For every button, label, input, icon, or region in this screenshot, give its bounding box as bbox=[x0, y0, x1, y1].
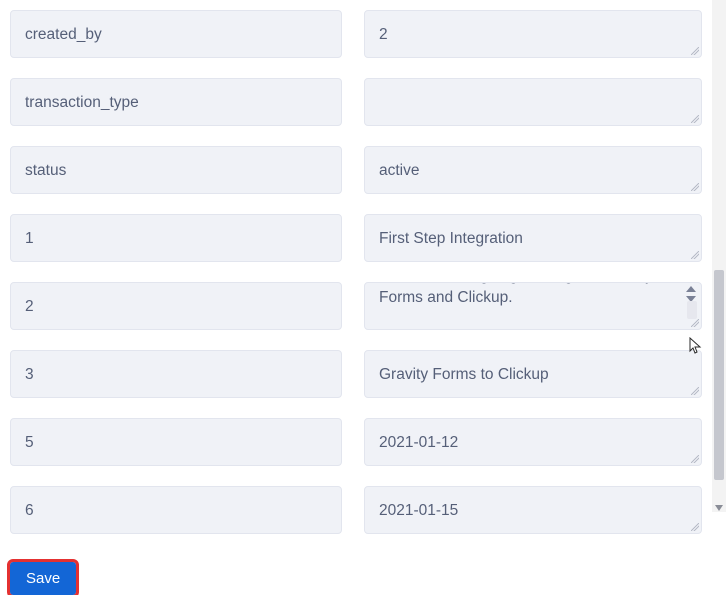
value-field-5[interactable]: 2021-01-12 bbox=[364, 418, 702, 466]
value-field-6[interactable]: 2021-01-15 bbox=[364, 486, 702, 534]
form-row: 1 First Step Integration bbox=[10, 214, 702, 262]
form-row: 6 2021-01-15 bbox=[10, 486, 702, 534]
arrow-up-icon[interactable] bbox=[685, 285, 697, 293]
key-field-5[interactable]: 5 bbox=[10, 418, 342, 466]
page-scrollbar-thumb[interactable] bbox=[714, 270, 724, 480]
key-field-1[interactable]: 1 bbox=[10, 214, 342, 262]
form-row: 5 2021-01-12 bbox=[10, 418, 702, 466]
key-field-created-by[interactable]: created_by bbox=[10, 10, 342, 58]
form-row: 2 Where we are going to integrate Gravit… bbox=[10, 282, 702, 330]
form-row: transaction_type bbox=[10, 78, 702, 126]
value-field-status[interactable]: active bbox=[364, 146, 702, 194]
mapping-form: created_by 2 transaction_type status act… bbox=[0, 0, 712, 534]
value-field-3[interactable]: Gravity Forms to Clickup bbox=[364, 350, 702, 398]
form-scroll-area: created_by 2 transaction_type status act… bbox=[0, 0, 712, 512]
value-field-transaction-type[interactable] bbox=[364, 78, 702, 126]
value-field-1[interactable]: First Step Integration bbox=[364, 214, 702, 262]
key-field-3[interactable]: 3 bbox=[10, 350, 342, 398]
save-button[interactable]: Save bbox=[10, 562, 76, 595]
form-row: 3 Gravity Forms to Clickup bbox=[10, 350, 702, 398]
key-field-2[interactable]: 2 bbox=[10, 282, 342, 330]
textarea-scrollbar[interactable] bbox=[687, 301, 697, 319]
key-field-6[interactable]: 6 bbox=[10, 486, 342, 534]
value-field-created-by[interactable]: 2 bbox=[364, 10, 702, 58]
value-field-2-text: Where we are going to integrate Gravity … bbox=[379, 282, 653, 306]
form-row: status active bbox=[10, 146, 702, 194]
key-field-transaction-type[interactable]: transaction_type bbox=[10, 78, 342, 126]
key-field-status[interactable]: status bbox=[10, 146, 342, 194]
form-row: created_by 2 bbox=[10, 10, 702, 58]
page-scroll-down-icon[interactable] bbox=[714, 500, 724, 510]
page-scrollbar[interactable] bbox=[712, 0, 726, 512]
value-field-2[interactable]: Where we are going to integrate Gravity … bbox=[364, 282, 702, 330]
